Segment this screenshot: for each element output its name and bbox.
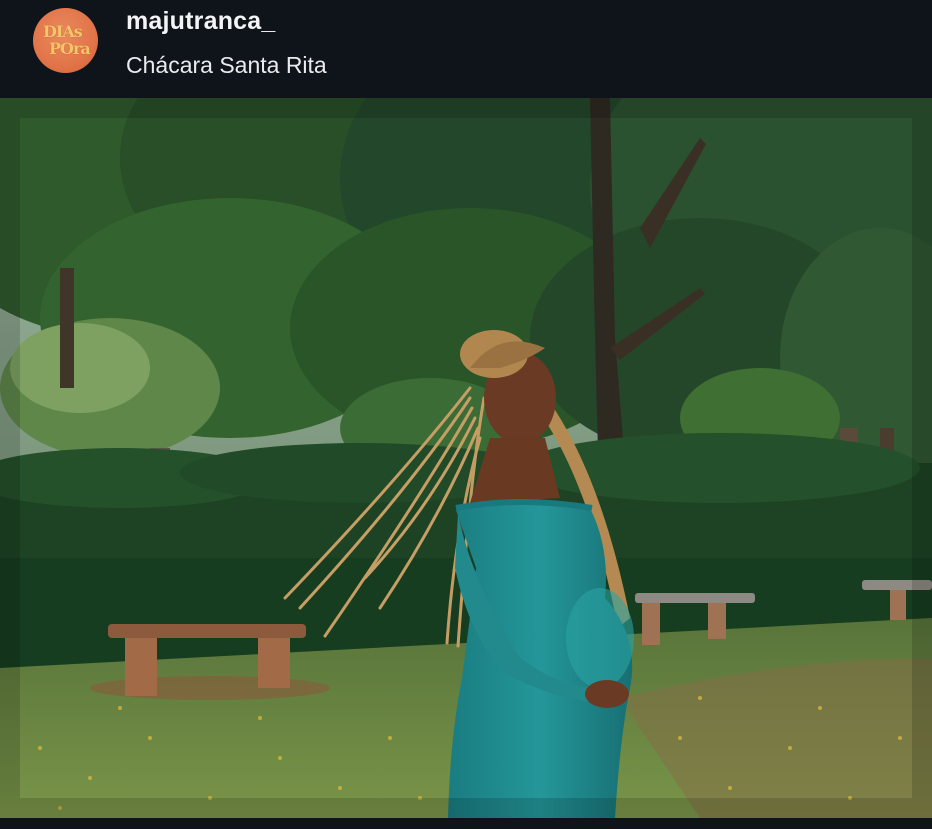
- post-header: DIAs POra majutranca_ Chácara Santa Rita: [0, 0, 932, 98]
- username[interactable]: majutranca_: [126, 7, 276, 36]
- tree-canopy: [0, 98, 932, 488]
- avatar-logo-line2: POra: [49, 39, 91, 58]
- avatar-logo: DIAs POra: [33, 8, 98, 73]
- profile-avatar-icon[interactable]: DIAs POra: [33, 8, 98, 73]
- bottom-strip: [0, 818, 932, 829]
- photo-illustration: [0, 98, 932, 818]
- post-view: DIAs POra majutranca_ Chácara Santa Rita: [0, 0, 932, 829]
- post-photo[interactable]: [0, 98, 932, 818]
- location-tag[interactable]: Chácara Santa Rita: [126, 52, 327, 79]
